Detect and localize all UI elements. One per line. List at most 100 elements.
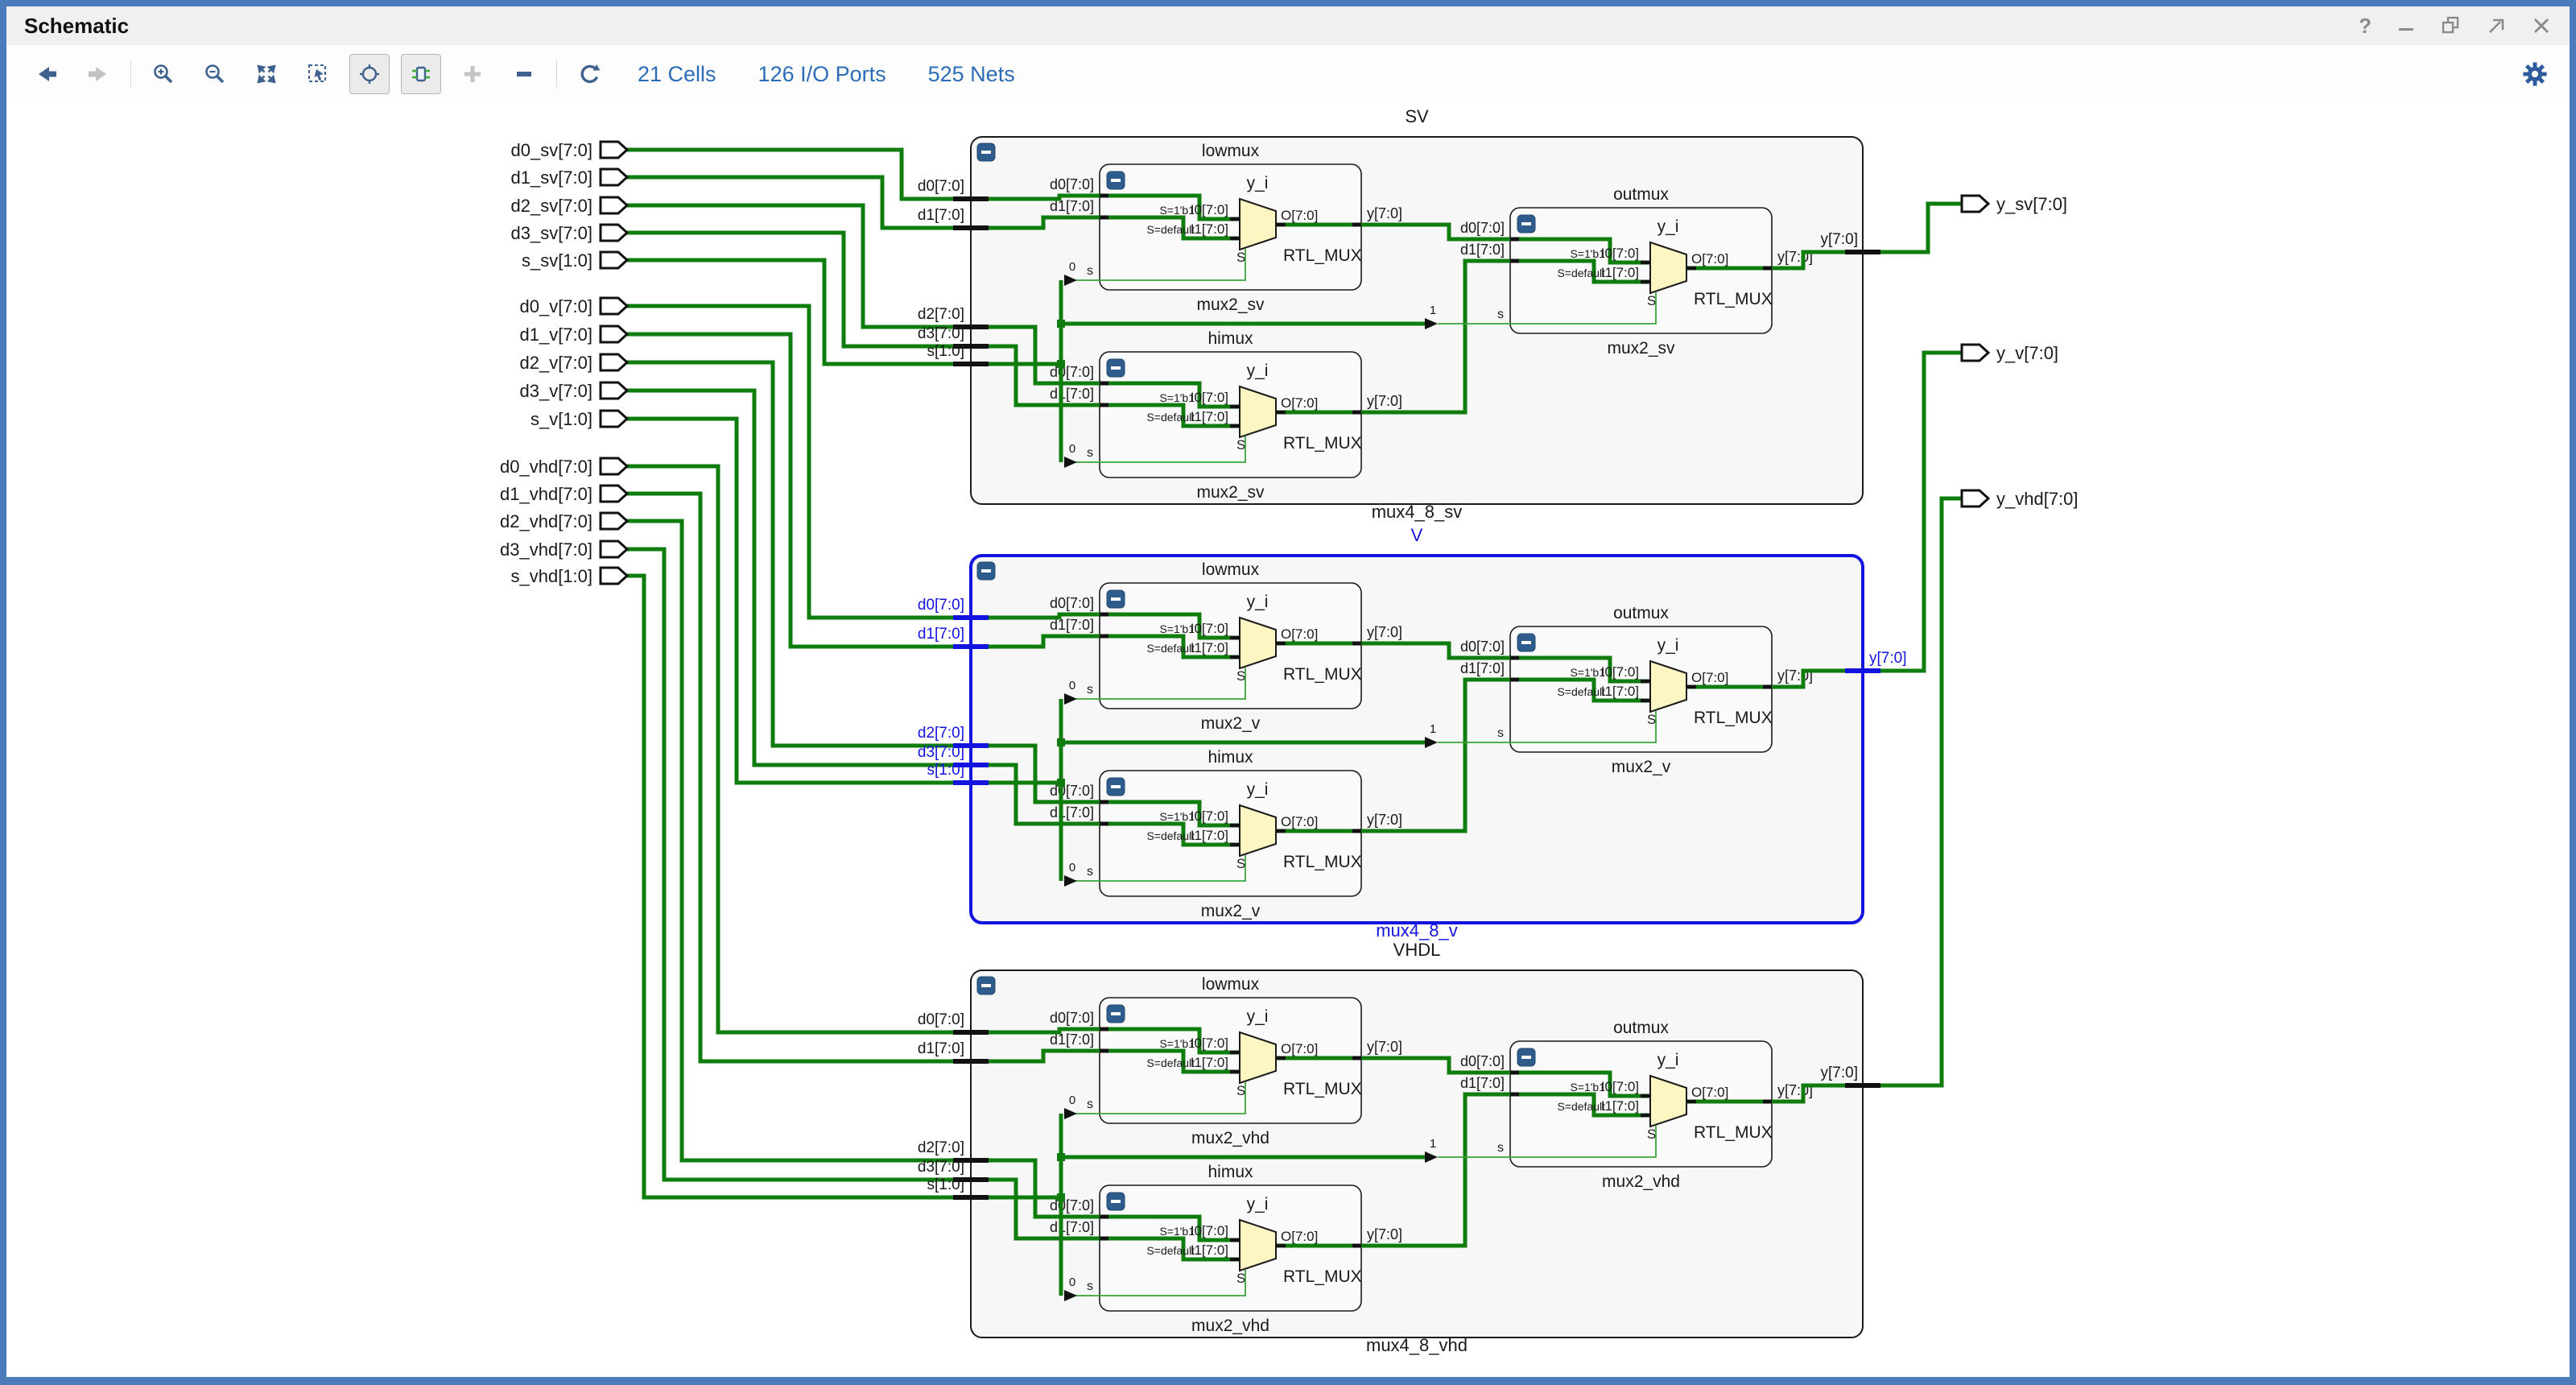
- settings-button[interactable]: [2521, 60, 2549, 88]
- port-symbol[interactable]: [1962, 490, 1988, 506]
- cell-body-himux[interactable]: [1100, 771, 1361, 896]
- schematic-canvas[interactable]: SVmux4_8_svlowmuxmux2_svd0[7:0]d1[7:0]y[…: [0, 103, 2576, 1385]
- cell-body-himux[interactable]: [1100, 1185, 1361, 1311]
- input-port-s_v[1:0][interactable]: s_v[1:0]: [530, 409, 627, 429]
- port-symbol[interactable]: [601, 354, 627, 370]
- zoom-out-button[interactable]: [195, 54, 235, 94]
- module-mux4_8_vhd[interactable]: VHDLmux4_8_vhdlowmuxmux2_vhdd0[7:0]d1[7:…: [918, 940, 1880, 1355]
- port-symbol[interactable]: [601, 169, 627, 185]
- input-port-d0_v[7:0][interactable]: d0_v[7:0]: [519, 296, 627, 316]
- port-symbol[interactable]: [601, 326, 627, 342]
- output-port-y_vhd[7:0][interactable]: y_vhd[7:0]: [1962, 489, 2079, 509]
- input-port-d0_vhd[7:0][interactable]: d0_vhd[7:0]: [500, 457, 627, 477]
- close-button[interactable]: [2531, 15, 2552, 36]
- expand-button[interactable]: [452, 54, 493, 94]
- restore-button[interactable]: [2441, 15, 2462, 36]
- net-y_vhd[7:0][interactable]: [1863, 498, 1962, 1085]
- port-symbol[interactable]: [601, 541, 627, 557]
- zoom-in-button[interactable]: [143, 54, 184, 94]
- cell-body-outmux[interactable]: [1510, 208, 1772, 333]
- stat-link-0[interactable]: 21 Cells: [638, 62, 716, 87]
- port-symbol[interactable]: [601, 513, 627, 529]
- label: I0[7:0]: [1191, 808, 1228, 824]
- port-symbol[interactable]: [601, 225, 627, 241]
- collapse-button[interactable]: [1517, 215, 1535, 233]
- float-button[interactable]: [2486, 15, 2507, 36]
- stat-link-1[interactable]: 126 I/O Ports: [758, 62, 886, 87]
- cell-body-himux[interactable]: [1100, 352, 1361, 478]
- label: y_i: [1657, 636, 1679, 655]
- collapse-button[interactable]: [1107, 172, 1125, 189]
- port-symbol[interactable]: [601, 458, 627, 474]
- net-y_v[7:0][interactable]: [1863, 353, 1962, 671]
- label: 0: [1069, 260, 1075, 274]
- label: d0[7:0]: [1460, 1053, 1505, 1069]
- port-symbol[interactable]: [601, 197, 627, 213]
- collapse-button[interactable]: [1107, 1005, 1125, 1023]
- collapse-button[interactable]: [504, 54, 544, 94]
- port-symbol[interactable]: [601, 298, 627, 314]
- port-symbol[interactable]: [601, 411, 627, 427]
- back-button[interactable]: [27, 54, 67, 94]
- cell-body-lowmux[interactable]: [1100, 164, 1361, 290]
- module-mux4_8_v[interactable]: Vmux4_8_vlowmuxmux2_vd0[7:0]d1[7:0]y[7:0…: [918, 525, 1907, 941]
- output-port-y_sv[7:0][interactable]: y_sv[7:0]: [1962, 194, 2067, 214]
- stat-link-2[interactable]: 525 Nets: [928, 62, 1015, 87]
- collapse-button[interactable]: [977, 143, 995, 161]
- port-symbol[interactable]: [601, 568, 627, 584]
- port-symbol[interactable]: [601, 252, 627, 268]
- collapse-button[interactable]: [1107, 359, 1125, 377]
- collapse-button[interactable]: [1107, 590, 1125, 608]
- input-port-d3_sv[7:0][interactable]: d3_sv[7:0]: [510, 223, 627, 243]
- cell-body-outmux[interactable]: [1510, 626, 1772, 752]
- collapse-button[interactable]: [1517, 1048, 1535, 1066]
- label: S=default: [1146, 411, 1195, 424]
- input-port-d3_v[7:0][interactable]: d3_v[7:0]: [519, 381, 627, 401]
- input-port-d1_vhd[7:0][interactable]: d1_vhd[7:0]: [500, 484, 627, 504]
- label: O[7:0]: [1281, 395, 1318, 411]
- cell-body-outmux[interactable]: [1510, 1041, 1772, 1167]
- output-port-y_v[7:0][interactable]: y_v[7:0]: [1962, 343, 2058, 363]
- input-port-d2_vhd[7:0][interactable]: d2_vhd[7:0]: [500, 511, 627, 531]
- collapse-button[interactable]: [977, 977, 995, 994]
- net-d3_v[7:0][interactable]: [626, 391, 971, 765]
- input-port-d0_sv[7:0][interactable]: d0_sv[7:0]: [510, 140, 627, 160]
- port-symbol[interactable]: [601, 142, 627, 158]
- net-y_sv[7:0][interactable]: [1863, 204, 1962, 252]
- port-symbol[interactable]: [1962, 345, 1988, 361]
- input-port-d2_v[7:0][interactable]: d2_v[7:0]: [519, 353, 627, 373]
- port-symbol[interactable]: [601, 382, 627, 399]
- port-symbol[interactable]: [601, 486, 627, 502]
- label: y[7:0]: [1367, 624, 1402, 640]
- help-button[interactable]: ?: [2359, 15, 2372, 36]
- net-d0_v[7:0][interactable]: [626, 306, 971, 618]
- port-symbol[interactable]: [1962, 196, 1988, 212]
- expand-cell-button[interactable]: [401, 54, 441, 94]
- input-port-s_sv[1:0][interactable]: s_sv[1:0]: [522, 250, 627, 271]
- collapse-button[interactable]: [1107, 778, 1125, 796]
- net-s_vhd[1:0][interactable]: [626, 576, 971, 1197]
- label: S=1'b1: [1159, 622, 1195, 635]
- cell-body-lowmux[interactable]: [1100, 998, 1361, 1123]
- minimize-button[interactable]: [2396, 15, 2417, 36]
- input-port-d1_sv[7:0][interactable]: d1_sv[7:0]: [510, 167, 627, 188]
- cell-body-lowmux[interactable]: [1100, 583, 1361, 709]
- regenerate-button[interactable]: [569, 54, 609, 94]
- net-d1_vhd[7:0][interactable]: [626, 494, 971, 1061]
- label: I1[7:0]: [1191, 640, 1228, 655]
- module-mux4_8_sv[interactable]: SVmux4_8_svlowmuxmux2_svd0[7:0]d1[7:0]y[…: [918, 106, 1880, 522]
- input-port-d1_v[7:0][interactable]: d1_v[7:0]: [519, 325, 627, 345]
- forward-button[interactable]: [78, 54, 118, 94]
- net-d3_vhd[7:0][interactable]: [626, 549, 971, 1180]
- autofit-selection-button[interactable]: [349, 54, 390, 94]
- collapse-button[interactable]: [1517, 634, 1535, 651]
- collapse-button[interactable]: [1107, 1193, 1125, 1210]
- collapse-button[interactable]: [977, 562, 995, 580]
- input-port-d2_sv[7:0][interactable]: d2_sv[7:0]: [510, 196, 627, 216]
- zoom-selection-button[interactable]: [298, 54, 338, 94]
- input-port-s_vhd[1:0][interactable]: s_vhd[1:0]: [510, 566, 627, 586]
- zoom-fit-button[interactable]: [246, 54, 287, 94]
- label: lowmux: [1202, 560, 1260, 579]
- label: O[7:0]: [1281, 208, 1318, 223]
- input-port-d3_vhd[7:0][interactable]: d3_vhd[7:0]: [500, 540, 627, 560]
